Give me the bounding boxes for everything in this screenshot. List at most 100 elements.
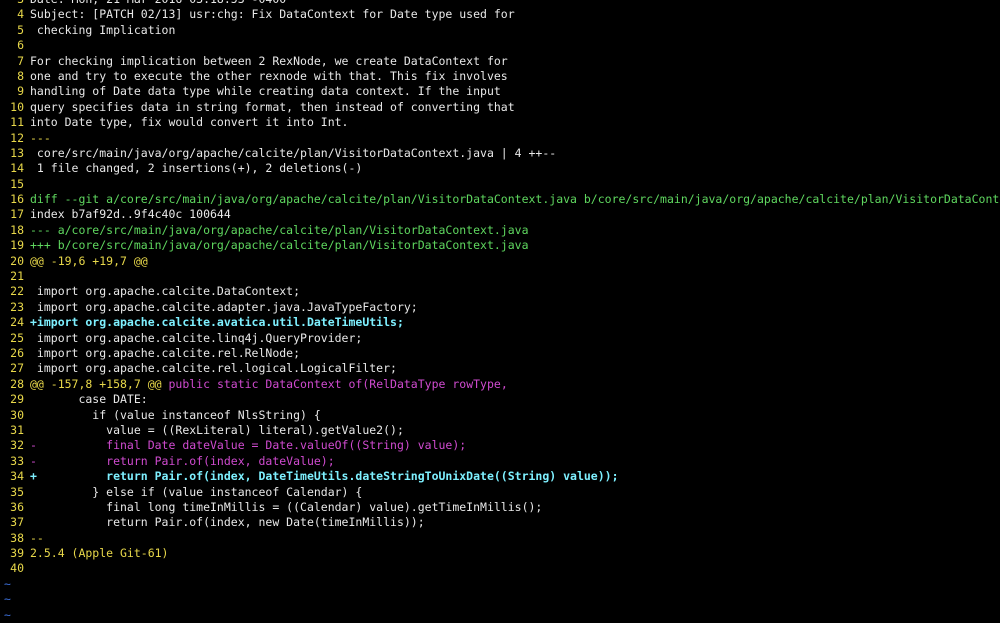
code-segment: import org.apache.calcite.rel.logical.Lo… <box>30 361 397 376</box>
editor-line[interactable]: 10 query specifies data in string format,… <box>0 100 1000 115</box>
editor-line[interactable]: 39 2.5.4 (Apple Git-61) <box>0 546 1000 561</box>
editor-line[interactable]: 38 -- <box>0 531 1000 546</box>
editor-line[interactable]: 27 import org.apache.calcite.rel.logical… <box>0 361 1000 376</box>
line-text: if (value instanceof NlsString) { <box>30 408 321 422</box>
line-text: checking Implication <box>30 23 175 37</box>
code-segment: --- <box>30 130 51 145</box>
editor-line[interactable]: 23 import org.apache.calcite.adapter.jav… <box>0 300 1000 315</box>
line-text: - return Pair.of(index, dateValue); <box>30 454 335 468</box>
editor-line[interactable]: 32 - final Date dateValue = Date.valueOf(… <box>0 438 1000 453</box>
line-text: query specifies data in string format, t… <box>30 100 515 114</box>
line-number: 33 <box>10 453 24 468</box>
editor-line[interactable]: 29 case DATE: <box>0 392 1000 407</box>
code-segment: import org.apache.calcite.rel.RelNode; <box>30 345 301 360</box>
line-number: 20 <box>10 253 24 268</box>
editor-line[interactable]: 26 import org.apache.calcite.rel.RelNode… <box>0 346 1000 361</box>
line-number: 26 <box>10 345 24 360</box>
line-text: import org.apache.calcite.rel.logical.Lo… <box>30 361 397 375</box>
line-number: 14 <box>10 161 24 176</box>
code-segment: one and try to execute the other rexnode… <box>30 68 508 83</box>
line-text: For checking implication between 2 RexNo… <box>30 54 508 68</box>
line-text: core/src/main/java/org/apache/calcite/pl… <box>30 146 556 160</box>
editor-line[interactable]: 3Date: Mon, 21 Mar 2016 03:18:53 -0400 <box>0 0 1000 7</box>
line-number: 5 <box>17 22 24 37</box>
line-text: index b7af92d..9f4c40c 100644 <box>30 207 231 221</box>
line-number: 36 <box>10 499 24 514</box>
line-text: + return Pair.of(index, DateTimeUtils.da… <box>30 469 619 483</box>
line-number: 19 <box>10 238 24 253</box>
editor-line[interactable]: 15 <box>0 177 1000 192</box>
line-number: 21 <box>10 269 24 284</box>
code-segment: import org.apache.calcite.linq4j.QueryPr… <box>30 330 363 345</box>
editor-line[interactable]: 40 <box>0 561 1000 576</box>
line-text: --- a/core/src/main/java/org/apache/calc… <box>30 223 529 237</box>
editor-line[interactable]: 31 value = ((RexLiteral) literal).getVal… <box>0 423 1000 438</box>
code-segment: diff --git a/core/src/main/java/org/apac… <box>30 192 1000 207</box>
editor-line[interactable]: 20 @@ -19,6 +19,7 @@ <box>0 254 1000 269</box>
editor-line[interactable]: 14 1 file changed, 2 insertions(+), 2 de… <box>0 161 1000 176</box>
line-text: +++ b/core/src/main/java/org/apache/calc… <box>30 238 529 252</box>
code-segment: - return Pair.of(index, dateValue); <box>30 453 335 468</box>
editor-line[interactable]: 25 import org.apache.calcite.linq4j.Quer… <box>0 331 1000 346</box>
line-text: +import org.apache.calcite.avatica.util.… <box>30 315 404 329</box>
editor-line[interactable]: 16 diff --git a/core/src/main/java/org/ap… <box>0 192 1000 207</box>
line-text: import org.apache.calcite.rel.RelNode; <box>30 346 300 360</box>
code-segment: case DATE: <box>30 392 148 407</box>
editor-line[interactable]: 7 For checking implication between 2 RexN… <box>0 54 1000 69</box>
editor-line[interactable]: 6 <box>0 38 1000 53</box>
editor-line[interactable]: 34 + return Pair.of(index, DateTimeUtils.… <box>0 469 1000 484</box>
code-segment: +++ b/core/src/main/java/org/apache/calc… <box>30 238 529 253</box>
editor-line[interactable]: 21 <box>0 269 1000 284</box>
line-text: --- <box>30 131 51 145</box>
editor-line[interactable]: 4 Subject: [PATCH 02/13] usr:chg: Fix Dat… <box>0 7 1000 22</box>
editor-line[interactable]: 17 index b7af92d..9f4c40c 100644 <box>0 207 1000 222</box>
line-number: 29 <box>10 392 24 407</box>
line-number: 16 <box>10 192 24 207</box>
line-text: } else if (value instanceof Calendar) { <box>30 485 362 499</box>
editor-line[interactable]: 35 } else if (value instanceof Calendar)… <box>0 485 1000 500</box>
line-text: case DATE: <box>30 392 148 407</box>
line-number: 12 <box>10 130 24 145</box>
line-text: into Date type, fix would convert it int… <box>30 115 349 129</box>
editor-line[interactable]: 24 +import org.apache.calcite.avatica.uti… <box>0 315 1000 330</box>
line-text: -- <box>30 531 44 545</box>
editor-line[interactable]: 9 handling of Date data type while creati… <box>0 84 1000 99</box>
line-text: handling of Date data type while creatin… <box>30 84 501 98</box>
editor-line[interactable]: 22 import org.apache.calcite.DataContext… <box>0 284 1000 299</box>
line-number: 11 <box>10 115 24 130</box>
editor-line[interactable]: 12 --- <box>0 131 1000 146</box>
code-segment: handling of Date data type while creatin… <box>30 84 501 99</box>
line-number: 17 <box>10 207 24 222</box>
line-number: 3 <box>0 0 30 7</box>
vim-editor-buffer[interactable]: 3Date: Mon, 21 Mar 2016 03:18:53 -04004S… <box>0 0 1000 623</box>
line-text: Date: Mon, 21 Mar 2016 03:18:53 -0400 <box>30 0 286 6</box>
line-text: @@ -157,8 +158,7 @@ public static DataCo… <box>30 377 508 391</box>
editor-line[interactable]: 8 one and try to execute the other rexnod… <box>0 69 1000 84</box>
line-number: 27 <box>10 361 24 376</box>
line-number: 34 <box>10 469 24 484</box>
editor-line[interactable]: 37 return Pair.of(index, new Date(timeIn… <box>0 515 1000 530</box>
code-segment: @@ -157,8 +158,7 @@ <box>30 376 162 391</box>
code-segment: } else if (value instanceof Calendar) { <box>30 484 363 499</box>
line-number: 13 <box>10 145 24 160</box>
empty-line-tilde: ~ <box>4 576 11 591</box>
editor-line[interactable]: 5 checking Implication <box>0 23 1000 38</box>
line-number: 10 <box>10 99 24 114</box>
line-number: 24 <box>10 315 24 330</box>
editor-line[interactable]: 19 +++ b/core/src/main/java/org/apache/ca… <box>0 238 1000 253</box>
editor-line[interactable]: 28 @@ -157,8 +158,7 @@ public static Data… <box>0 377 1000 392</box>
editor-line[interactable]: 36 final long timeInMillis = ((Calendar)… <box>0 500 1000 515</box>
line-number: 25 <box>10 330 24 345</box>
line-number: 32 <box>10 438 24 453</box>
line-text: @@ -19,6 +19,7 @@ <box>30 254 148 268</box>
editor-line[interactable]: 30 if (value instanceof NlsString) { <box>0 408 1000 423</box>
editor-line[interactable]: 13 core/src/main/java/org/apache/calcite… <box>0 146 1000 161</box>
code-segment: final long timeInMillis = ((Calendar) va… <box>30 499 543 514</box>
line-number: 8 <box>17 68 24 83</box>
line-text: - final Date dateValue = Date.valueOf((S… <box>30 438 466 452</box>
editor-line[interactable]: 11 into Date type, fix would convert it i… <box>0 115 1000 130</box>
editor-line[interactable]: 18 --- a/core/src/main/java/org/apache/ca… <box>0 223 1000 238</box>
editor-line[interactable]: 33 - return Pair.of(index, dateValue); <box>0 454 1000 469</box>
code-segment: + return Pair.of(index, DateTimeUtils.da… <box>30 469 619 484</box>
code-segment: import org.apache.calcite.DataContext; <box>30 284 301 299</box>
